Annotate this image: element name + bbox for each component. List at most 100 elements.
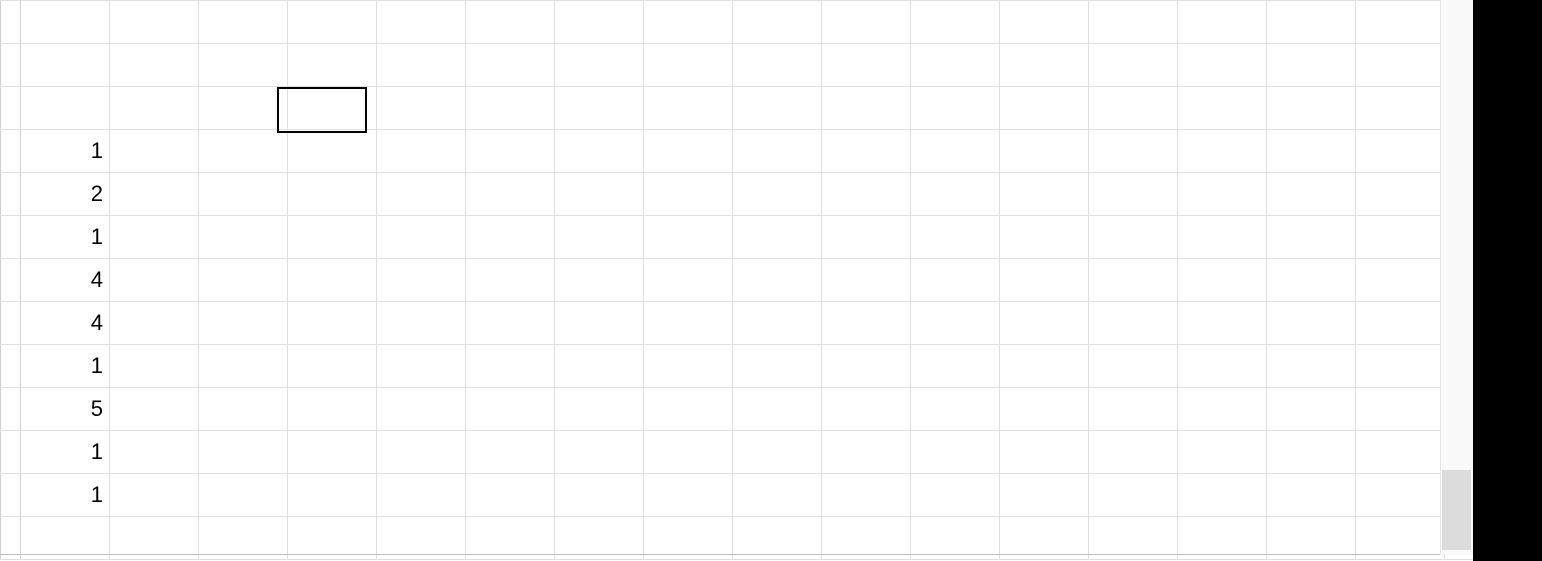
cell[interactable]: [1000, 431, 1089, 474]
cell[interactable]: [1089, 216, 1178, 259]
row-header[interactable]: [1, 130, 21, 173]
cell[interactable]: [911, 474, 1000, 517]
cell[interactable]: 1: [21, 130, 110, 173]
cell[interactable]: [199, 44, 288, 87]
cell[interactable]: [1000, 87, 1089, 130]
cell[interactable]: [377, 173, 466, 216]
cell[interactable]: [1267, 259, 1356, 302]
cell[interactable]: [377, 259, 466, 302]
cell[interactable]: [1356, 216, 1445, 259]
cell[interactable]: [377, 302, 466, 345]
cell[interactable]: [822, 130, 911, 173]
cell[interactable]: [1356, 345, 1445, 388]
cell[interactable]: [1267, 474, 1356, 517]
cell[interactable]: [1178, 431, 1267, 474]
cell[interactable]: [1000, 474, 1089, 517]
cell[interactable]: [1178, 216, 1267, 259]
cell[interactable]: [288, 388, 377, 431]
cell[interactable]: [822, 259, 911, 302]
cell[interactable]: [644, 173, 733, 216]
cell[interactable]: [288, 302, 377, 345]
cell[interactable]: [911, 216, 1000, 259]
cell[interactable]: [1089, 130, 1178, 173]
cell[interactable]: [199, 302, 288, 345]
cell[interactable]: [733, 388, 822, 431]
row-header[interactable]: [1, 474, 21, 517]
cell[interactable]: [822, 1, 911, 44]
cell[interactable]: 1: [21, 431, 110, 474]
cell[interactable]: [1356, 302, 1445, 345]
cell[interactable]: [377, 345, 466, 388]
cell[interactable]: [1178, 173, 1267, 216]
cell[interactable]: [1267, 130, 1356, 173]
cell[interactable]: [1267, 44, 1356, 87]
cell[interactable]: [466, 130, 555, 173]
cell[interactable]: [555, 216, 644, 259]
cell[interactable]: [1000, 259, 1089, 302]
cell[interactable]: [822, 345, 911, 388]
cell[interactable]: [288, 87, 377, 130]
cell[interactable]: [110, 87, 199, 130]
cell[interactable]: [1356, 130, 1445, 173]
cell[interactable]: [1000, 173, 1089, 216]
cell[interactable]: [644, 44, 733, 87]
cell[interactable]: [644, 345, 733, 388]
cell[interactable]: [911, 1, 1000, 44]
cell[interactable]: [911, 431, 1000, 474]
cell[interactable]: [1356, 259, 1445, 302]
cell[interactable]: [1356, 173, 1445, 216]
cell[interactable]: [1178, 302, 1267, 345]
cell[interactable]: [1178, 87, 1267, 130]
cell[interactable]: [555, 431, 644, 474]
cell[interactable]: [733, 302, 822, 345]
cell[interactable]: [288, 474, 377, 517]
cell[interactable]: [288, 130, 377, 173]
cell[interactable]: [199, 345, 288, 388]
row-header[interactable]: [1, 1, 21, 44]
cell-grid[interactable]: 121441511: [0, 0, 1473, 560]
cell[interactable]: 1: [21, 474, 110, 517]
cell[interactable]: 2: [21, 173, 110, 216]
cell[interactable]: [644, 302, 733, 345]
cell[interactable]: [1089, 173, 1178, 216]
row-header[interactable]: [1, 302, 21, 345]
cell[interactable]: [466, 259, 555, 302]
cell[interactable]: [110, 345, 199, 388]
cell[interactable]: [1000, 1, 1089, 44]
cell[interactable]: [110, 130, 199, 173]
cell[interactable]: [733, 431, 822, 474]
cell[interactable]: [911, 87, 1000, 130]
cell[interactable]: [1089, 431, 1178, 474]
cell[interactable]: [110, 431, 199, 474]
cell[interactable]: [466, 431, 555, 474]
cell[interactable]: [555, 173, 644, 216]
cell[interactable]: [1178, 1, 1267, 44]
row-header[interactable]: [1, 431, 21, 474]
cell[interactable]: [822, 431, 911, 474]
cell[interactable]: [1000, 216, 1089, 259]
cell[interactable]: [466, 474, 555, 517]
cell[interactable]: [822, 388, 911, 431]
cell[interactable]: [1178, 130, 1267, 173]
cell[interactable]: [466, 216, 555, 259]
cell[interactable]: [911, 130, 1000, 173]
cell[interactable]: [288, 431, 377, 474]
cell[interactable]: [199, 388, 288, 431]
cell[interactable]: [1089, 474, 1178, 517]
cell[interactable]: [1000, 345, 1089, 388]
cell[interactable]: [644, 216, 733, 259]
worksheet-area[interactable]: 121441511: [0, 0, 1473, 561]
cell[interactable]: [110, 259, 199, 302]
row-header[interactable]: [1, 44, 21, 87]
cell[interactable]: [555, 302, 644, 345]
cell[interactable]: [1178, 259, 1267, 302]
scrollbar-thumb[interactable]: [1442, 470, 1471, 550]
cell[interactable]: 5: [21, 388, 110, 431]
cell[interactable]: [1267, 431, 1356, 474]
cell[interactable]: [555, 388, 644, 431]
cell[interactable]: [644, 259, 733, 302]
cell[interactable]: [1178, 388, 1267, 431]
cell[interactable]: [555, 345, 644, 388]
cell[interactable]: [644, 474, 733, 517]
cell[interactable]: [199, 216, 288, 259]
